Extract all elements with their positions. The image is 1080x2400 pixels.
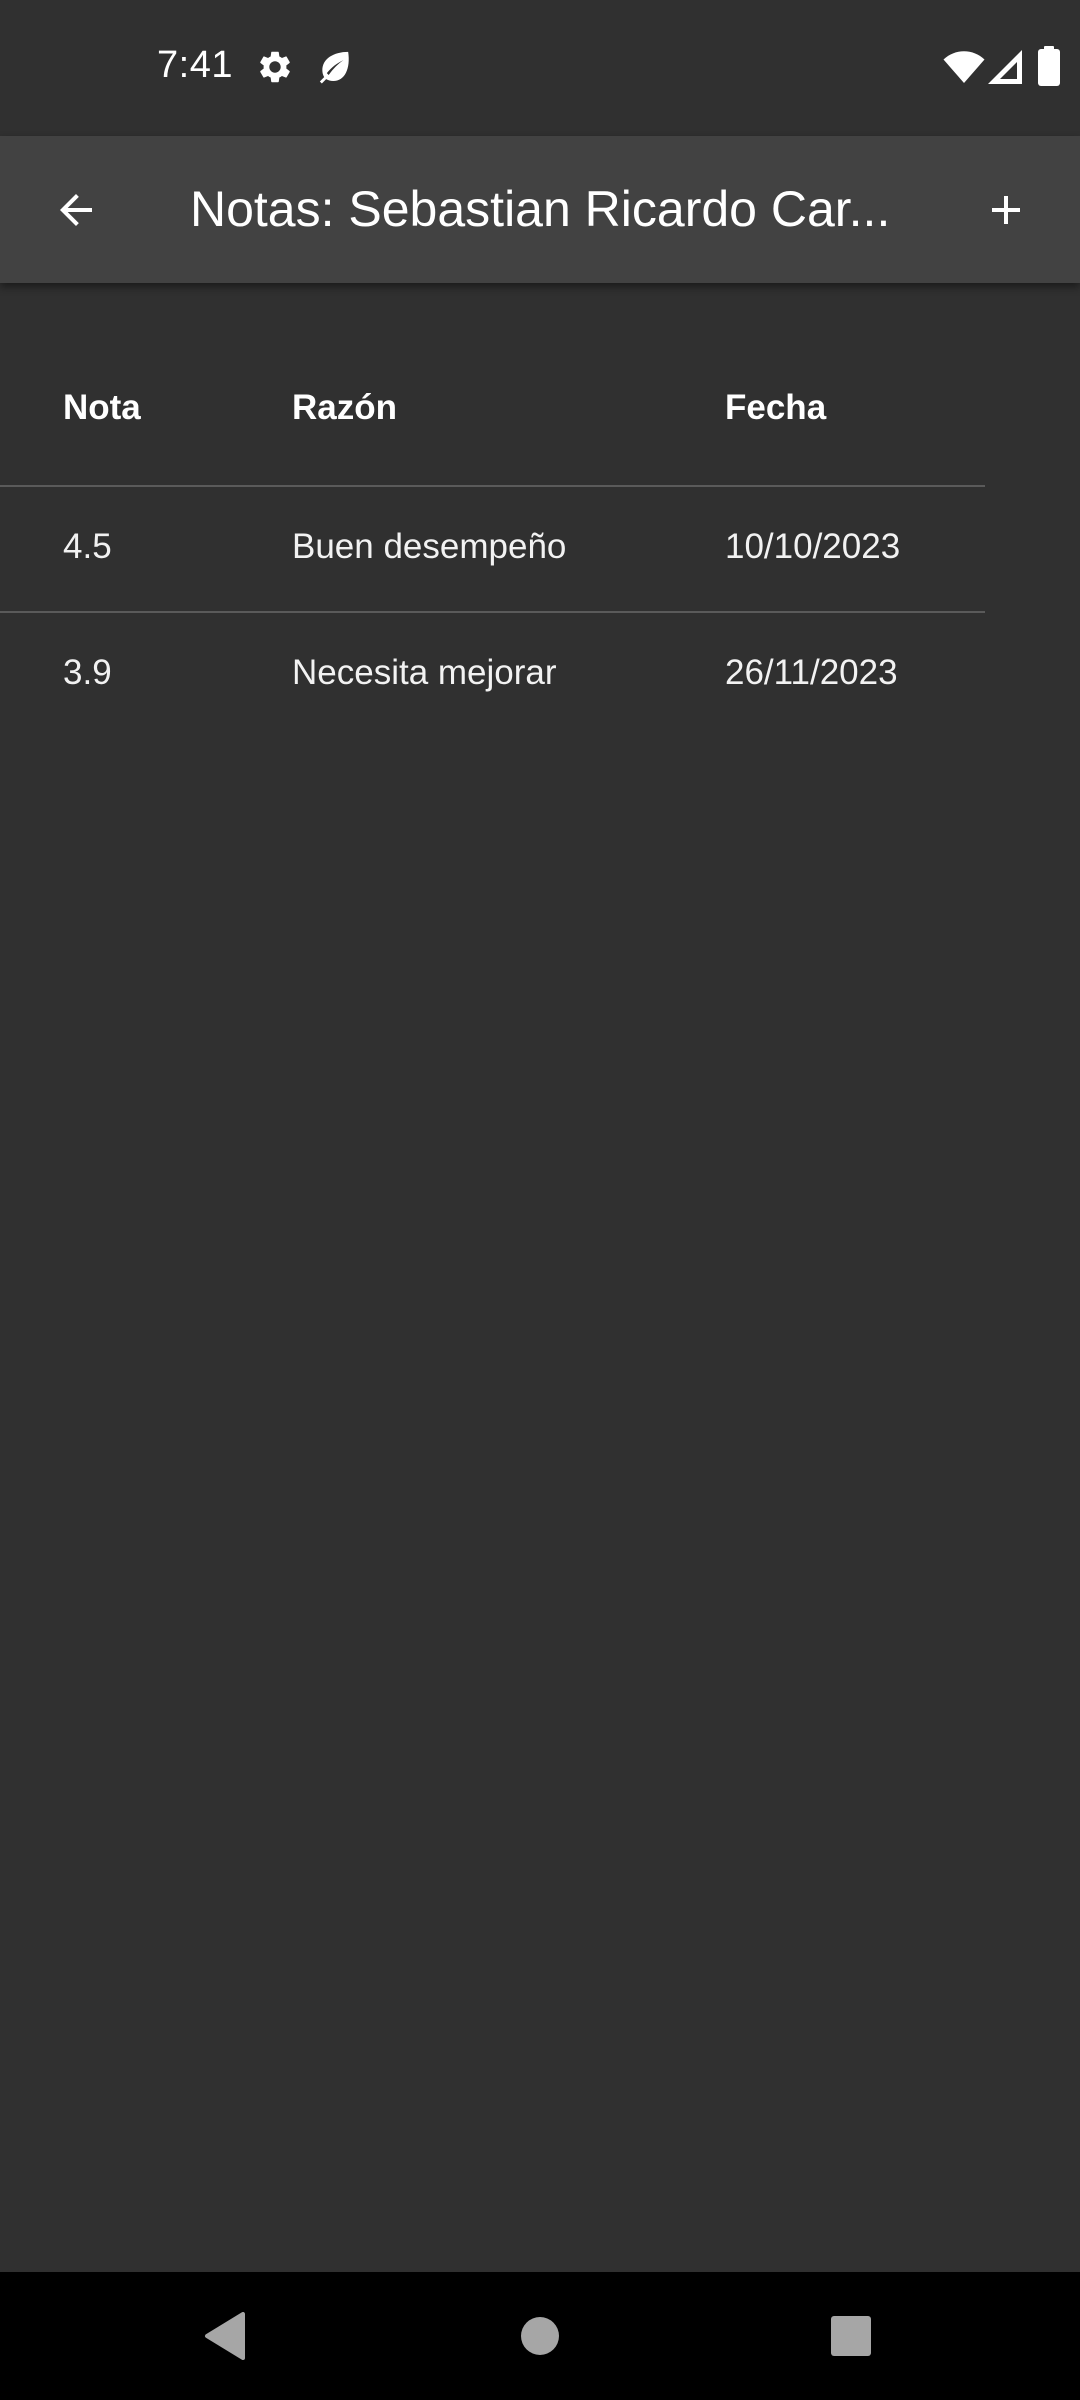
nav-back-button[interactable] xyxy=(185,2296,265,2376)
table-header-row: Nota Razón Fecha xyxy=(0,340,985,487)
plus-icon xyxy=(992,196,1020,224)
nav-recents-button[interactable] xyxy=(811,2296,891,2376)
battery-icon xyxy=(1038,46,1060,86)
cell-fecha: 26/11/2023 xyxy=(725,653,898,692)
cell-razon: Buen desempeño xyxy=(292,527,567,566)
back-triangle-icon xyxy=(205,2312,245,2360)
column-header-nota: Nota xyxy=(63,388,141,427)
settings-gear-icon xyxy=(260,51,290,83)
column-header-fecha: Fecha xyxy=(725,388,827,427)
arrow-back-icon xyxy=(60,194,92,226)
grades-table: Nota Razón Fecha 4.5 Buen desempeño 10/1… xyxy=(0,340,985,737)
screen: 7:41 Notas: Sebastian Ricardo Car... Not… xyxy=(0,0,1080,2400)
status-time: 7:41 xyxy=(157,44,233,86)
cellular-signal-icon xyxy=(988,50,1022,84)
cell-nota: 4.5 xyxy=(63,527,112,566)
column-header-razon: Razón xyxy=(292,388,397,427)
home-circle-icon xyxy=(521,2317,559,2355)
table-row[interactable]: 3.9 Necesita mejorar 26/11/2023 xyxy=(0,613,985,737)
table-row[interactable]: 4.5 Buen desempeño 10/10/2023 xyxy=(0,487,985,613)
add-grade-button[interactable] xyxy=(958,162,1054,258)
page-title: Notas: Sebastian Ricardo Car... xyxy=(190,181,891,237)
back-button[interactable] xyxy=(28,162,124,258)
cell-razon: Necesita mejorar xyxy=(292,653,557,692)
recents-square-icon xyxy=(831,2316,871,2356)
leaf-icon xyxy=(319,51,349,84)
nav-home-button[interactable] xyxy=(500,2296,580,2376)
cell-nota: 3.9 xyxy=(63,653,112,692)
app-bar: Notas: Sebastian Ricardo Car... xyxy=(0,136,1080,283)
wifi-icon xyxy=(943,51,985,83)
status-bar: 7:41 xyxy=(0,0,1080,136)
cell-fecha: 10/10/2023 xyxy=(725,527,901,566)
system-nav-bar xyxy=(0,2272,1080,2400)
